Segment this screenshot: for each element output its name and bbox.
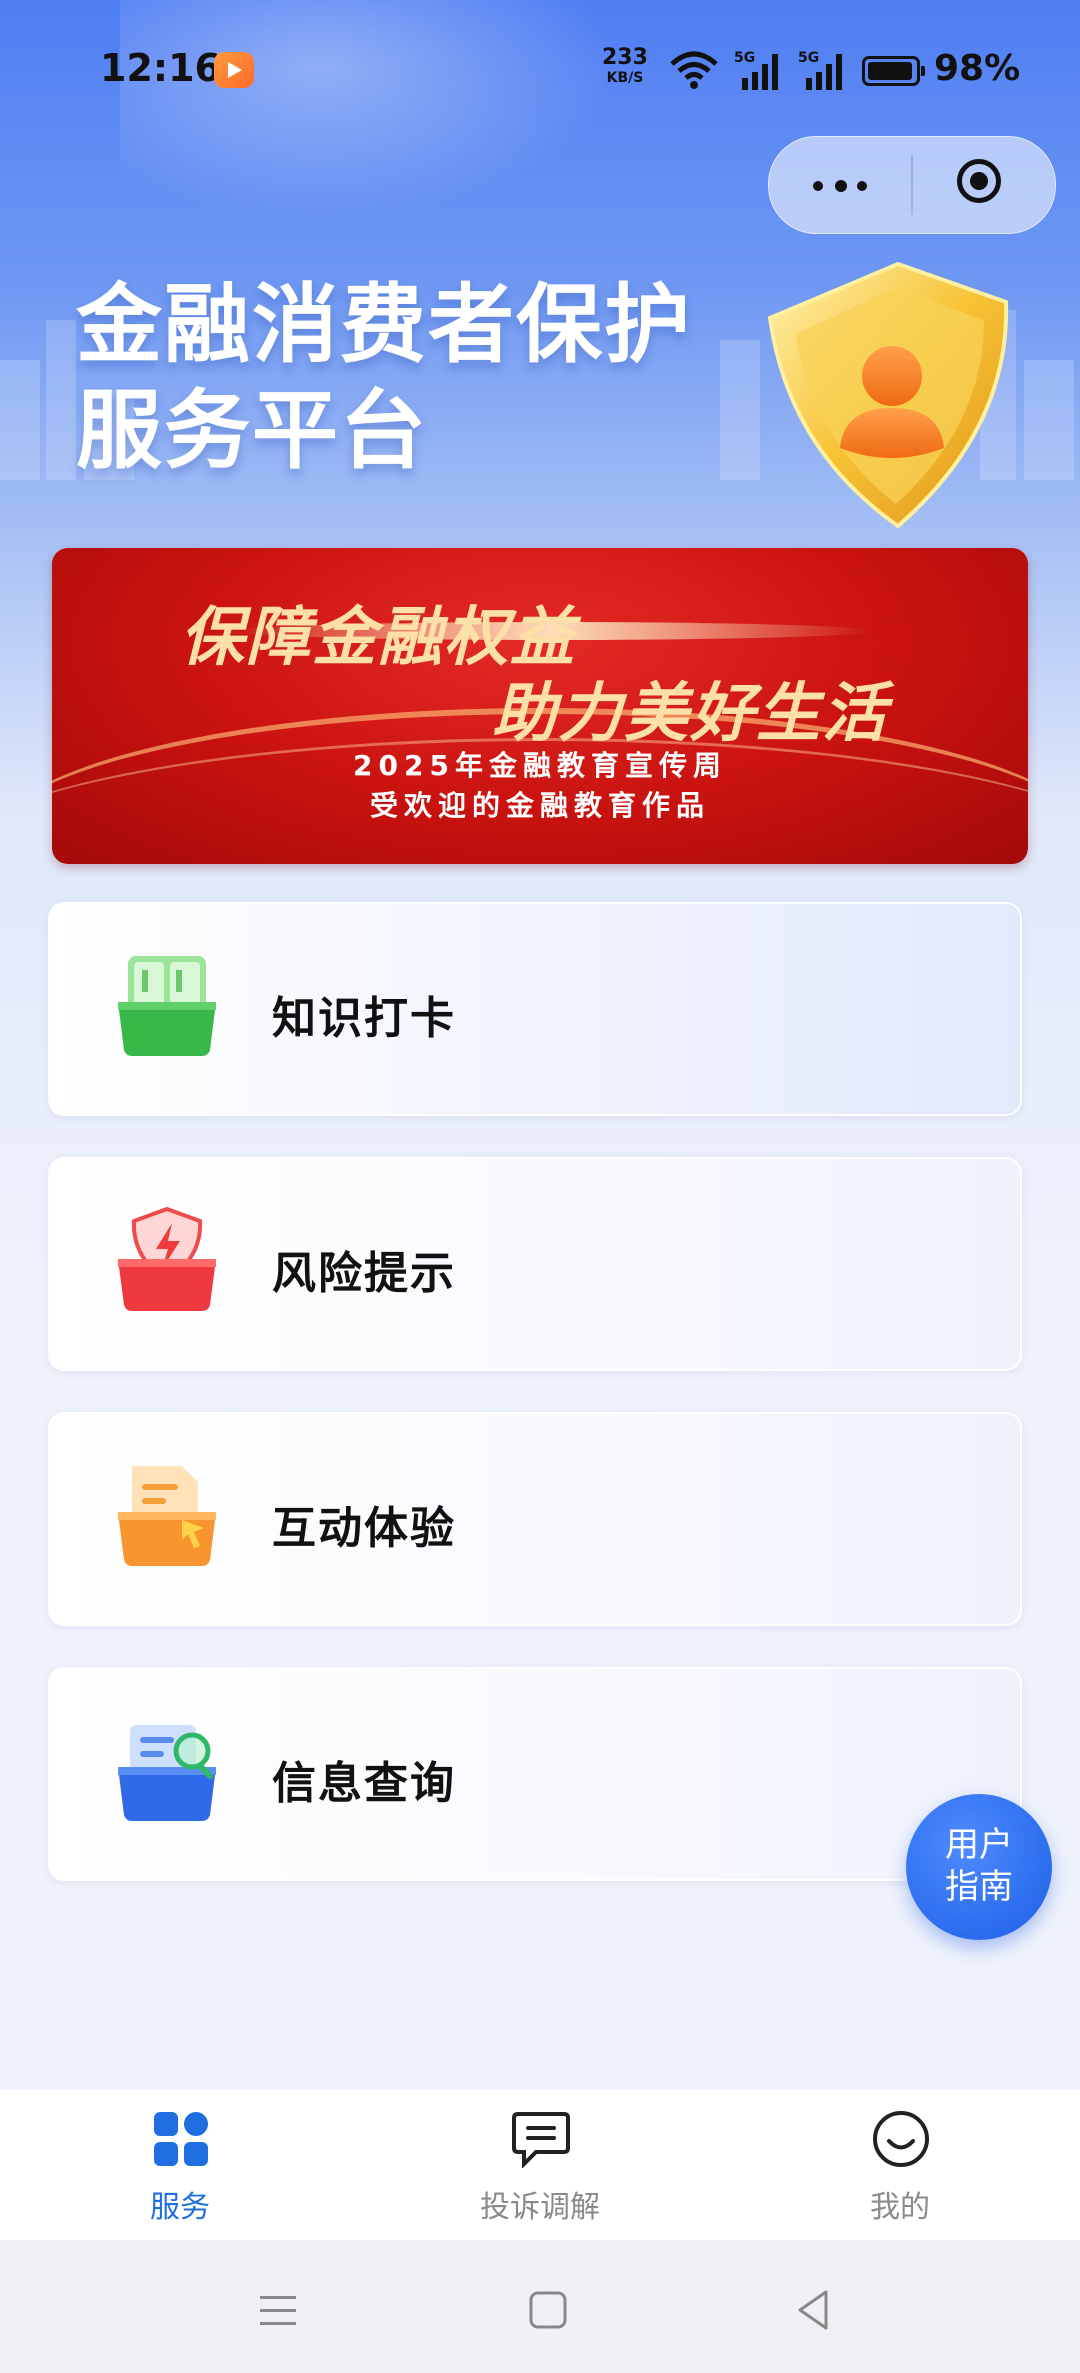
network-speed-unit: KB/S [606,70,644,86]
menu-icon[interactable] [248,2280,308,2340]
status-time: 12:16 [100,46,221,90]
tab-service[interactable]: 服务 [0,2090,360,2240]
signal-1-label: 5G [734,50,755,66]
system-navigation-bar [0,2240,1080,2373]
tab-complaint-mediation[interactable]: 投诉调解 [360,2090,720,2240]
menu-item-interactive-experience[interactable]: 互动体验 [48,1412,1022,1626]
promo-banner[interactable]: 保障金融权益 助力美好生活 2025年金融教育宣传周 受欢迎的金融教育作品 [52,548,1028,864]
back-icon[interactable] [784,2280,844,2340]
video-app-icon [214,52,254,88]
cellular-signal-1-icon: 5G [734,50,778,90]
more-dot-icon [857,181,867,191]
title-line-1: 金融消费者保护 [76,275,692,375]
close-miniprogram-button[interactable] [913,137,1055,233]
more-options-button[interactable] [769,137,911,233]
menu-item-risk-alert[interactable]: 风险提示 [48,1157,1022,1371]
banner-headline-2: 助力美好生活 [492,677,888,751]
banner-subtitle-2: 受欢迎的金融教育作品 [369,789,710,822]
page-title: 金融消费者保护 服务平台 [76,272,692,484]
guide-label-line-1: 用户 [945,1825,1013,1865]
battery-icon [862,56,925,86]
miniprogram-capsule [768,136,1056,234]
guide-label-line-2: 指南 [945,1867,1013,1907]
message-icon [512,2112,570,2168]
wifi-icon [670,51,718,89]
grid-icon [154,2112,208,2166]
tab-mine[interactable]: 我的 [720,2090,1080,2240]
menu-label: 信息查询 [272,1758,456,1809]
search-document-icon [118,1725,216,1821]
signal-2-label: 5G [798,50,819,66]
interactive-envelope-icon [118,1466,216,1566]
smile-icon [873,2111,929,2167]
menu-label: 风险提示 [272,1248,456,1299]
bottom-tab-bar: 服务 投诉调解 我的 [0,2090,1080,2240]
title-line-2: 服务平台 [76,381,428,481]
more-dot-icon [813,181,823,191]
home-icon[interactable] [518,2280,578,2340]
menu-label: 互动体验 [272,1503,456,1554]
shield-user-icon [767,261,1009,529]
cellular-signal-2-icon: 5G [798,50,842,90]
tab-label: 我的 [870,2190,930,2225]
tab-label: 服务 [150,2190,210,2225]
user-guide-button[interactable]: 用户 指南 [906,1794,1052,1940]
menu-item-knowledge-checkin[interactable]: 知识打卡 [48,902,1022,1116]
battery-percent: 98% [934,48,1021,89]
more-dot-icon [835,180,847,192]
status-bar: 12:16 233 KB/S 5G 5G 98% [0,0,1080,140]
menu-item-info-query[interactable]: 信息查询 [48,1667,1022,1881]
menu-label: 知识打卡 [272,993,456,1044]
banner-subtitle-1: 2025年金融教育宣传周 [353,749,727,782]
risk-shield-icon [118,1207,216,1311]
tab-label: 投诉调解 [480,2190,600,2225]
network-speed: 233 KB/S [602,45,648,88]
network-speed-value: 233 [602,45,648,70]
book-icon [118,956,216,1056]
